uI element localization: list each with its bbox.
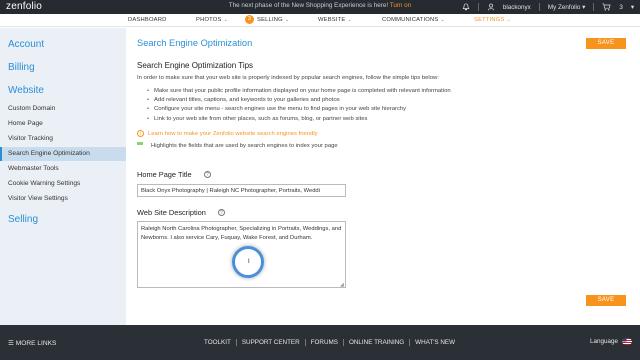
nav-settings[interactable]: SETTINGS ⌄: [474, 17, 511, 23]
footer-link-forums[interactable]: FORUMS: [304, 339, 343, 346]
nav-selling[interactable]: 3 SELLING ⌄: [245, 15, 289, 24]
main-content: Search Engine Optimization SAVE Search E…: [126, 28, 640, 325]
list-item: Add relevant titles, captions, and keywo…: [147, 97, 451, 106]
sidebar-section-selling[interactable]: Selling: [8, 214, 38, 225]
more-links-label: MORE LINKS: [15, 340, 57, 347]
menu-icon: ☰: [8, 340, 14, 347]
list-item: Make sure that your public profile infor…: [147, 88, 451, 97]
help-icon[interactable]: ?: [217, 209, 225, 216]
learn-seo-link[interactable]: Learn how to make your Zenfolio website …: [148, 131, 318, 137]
sidebar-section-billing[interactable]: Billing: [8, 62, 35, 73]
more-links-button[interactable]: ☰ MORE LINKS: [8, 339, 56, 347]
footer-link-support[interactable]: SUPPORT CENTER: [235, 339, 305, 346]
chevron-down-icon: ⌄: [347, 17, 352, 23]
web-site-description-label: Web Site Description ?: [137, 208, 225, 217]
chevron-down-icon: ⌄: [440, 17, 445, 23]
chevron-down-icon: ⌄: [506, 17, 511, 23]
top-right-controls: blackonyx My Zenfolio ▾ 3 ▾: [462, 0, 634, 14]
sidebar-section-account[interactable]: Account: [8, 39, 44, 50]
sidebar-item-seo[interactable]: Search Engine Optimization: [0, 147, 126, 161]
nav-photos[interactable]: PHOTOS ⌄: [196, 17, 228, 23]
sidebar-item-visitor-tracking[interactable]: Visitor Tracking: [0, 132, 126, 146]
bell-icon[interactable]: [462, 3, 470, 11]
language-selector[interactable]: Language: [590, 338, 632, 345]
turn-on-link[interactable]: Turn on: [390, 2, 411, 9]
nav-label: SETTINGS: [474, 17, 505, 23]
nav-label: COMMUNICATIONS: [382, 17, 439, 23]
cart-icon[interactable]: [602, 3, 611, 11]
learn-link-row: i Learn how to make your Zenfolio websit…: [137, 130, 318, 137]
nav-dashboard[interactable]: DASHBOARD: [128, 17, 167, 23]
footer-link-toolkit[interactable]: TOOLKIT: [204, 339, 236, 346]
info-icon: i: [137, 130, 144, 137]
sidebar-item-home-page[interactable]: Home Page: [0, 117, 126, 131]
footer-link-whats-new[interactable]: WHAT'S NEW: [409, 339, 460, 346]
cart-count[interactable]: 3: [619, 4, 623, 11]
us-flag-icon: [622, 338, 632, 345]
my-zenfolio-label: My Zenfolio: [547, 3, 581, 11]
cursor-highlight-icon: I: [232, 246, 264, 278]
page-title: Search Engine Optimization: [137, 38, 253, 48]
sidebar-item-webmaster-tools[interactable]: Webmaster Tools: [0, 162, 126, 176]
nav-website[interactable]: WEBSITE ⌄: [318, 17, 352, 23]
nav-label: PHOTOS: [196, 17, 222, 23]
list-item: Configure your site menu - search engine…: [147, 106, 451, 115]
top-bar: zenfolio The next phase of the New Shopp…: [0, 0, 640, 14]
home-page-title-label: Home Page Title ?: [137, 170, 211, 179]
selling-badge: 3: [245, 15, 254, 24]
label-text: Home Page Title: [137, 170, 192, 179]
highlight-note-row: Highlights the fields that are used by s…: [137, 142, 338, 149]
settings-sidebar: Account Billing Website Custom Domain Ho…: [0, 28, 126, 325]
footer: ☰ MORE LINKS TOOLKIT SUPPORT CENTER FORU…: [0, 325, 640, 360]
username-link[interactable]: blackonyx: [503, 4, 531, 11]
my-zenfolio-menu[interactable]: My Zenfolio ▾: [548, 4, 585, 11]
nav-label: SELLING: [257, 17, 283, 24]
nav-label: WEBSITE: [318, 17, 346, 23]
resize-handle-icon[interactable]: ◢: [340, 282, 344, 288]
list-item: Link to your web site from other places,…: [147, 116, 451, 125]
divider: [593, 3, 595, 11]
highlight-note: Highlights the fields that are used by s…: [151, 143, 338, 149]
sidebar-section-website[interactable]: Website: [8, 85, 44, 96]
label-text: Web Site Description: [137, 208, 206, 217]
main-nav: DASHBOARD PHOTOS ⌄ 3 SELLING ⌄ WEBSITE ⌄ COM…: [0, 14, 640, 27]
home-page-title-input[interactable]: [137, 184, 346, 197]
tips-intro: In order to make sure that your web site…: [137, 75, 439, 81]
tips-list: Make sure that your public profile infor…: [147, 88, 451, 125]
chevron-down-icon: ▾: [582, 3, 586, 11]
help-icon[interactable]: ?: [203, 171, 211, 178]
chevron-down-icon: ⌄: [284, 17, 290, 24]
footer-link-training[interactable]: ONLINE TRAINING: [342, 339, 409, 346]
sidebar-item-cookie-warning[interactable]: Cookie Warning Settings: [0, 177, 126, 191]
nav-communications[interactable]: COMMUNICATIONS ⌄: [382, 17, 445, 23]
divider: [538, 3, 540, 11]
sidebar-item-visitor-view[interactable]: Visitor View Settings: [0, 192, 126, 206]
divider: [477, 3, 479, 11]
chevron-down-icon: ⌄: [223, 17, 228, 23]
chevron-down-icon: ▾: [630, 3, 634, 11]
highlight-marker-icon: [137, 142, 143, 145]
tips-title: Search Engine Optimization Tips: [137, 61, 254, 70]
user-icon[interactable]: [487, 3, 495, 11]
sidebar-item-custom-domain[interactable]: Custom Domain: [0, 102, 126, 116]
save-button-top[interactable]: SAVE: [586, 38, 626, 49]
nav-label: DASHBOARD: [128, 17, 167, 23]
footer-links: TOOLKIT SUPPORT CENTER FORUMS ONLINE TRA…: [204, 339, 460, 346]
save-button-bottom[interactable]: SAVE: [586, 295, 626, 306]
announcement-text: The next phase of the New Shopping Exper…: [228, 2, 389, 9]
language-label: Language: [589, 338, 618, 345]
text-cursor-icon: I: [248, 259, 250, 265]
